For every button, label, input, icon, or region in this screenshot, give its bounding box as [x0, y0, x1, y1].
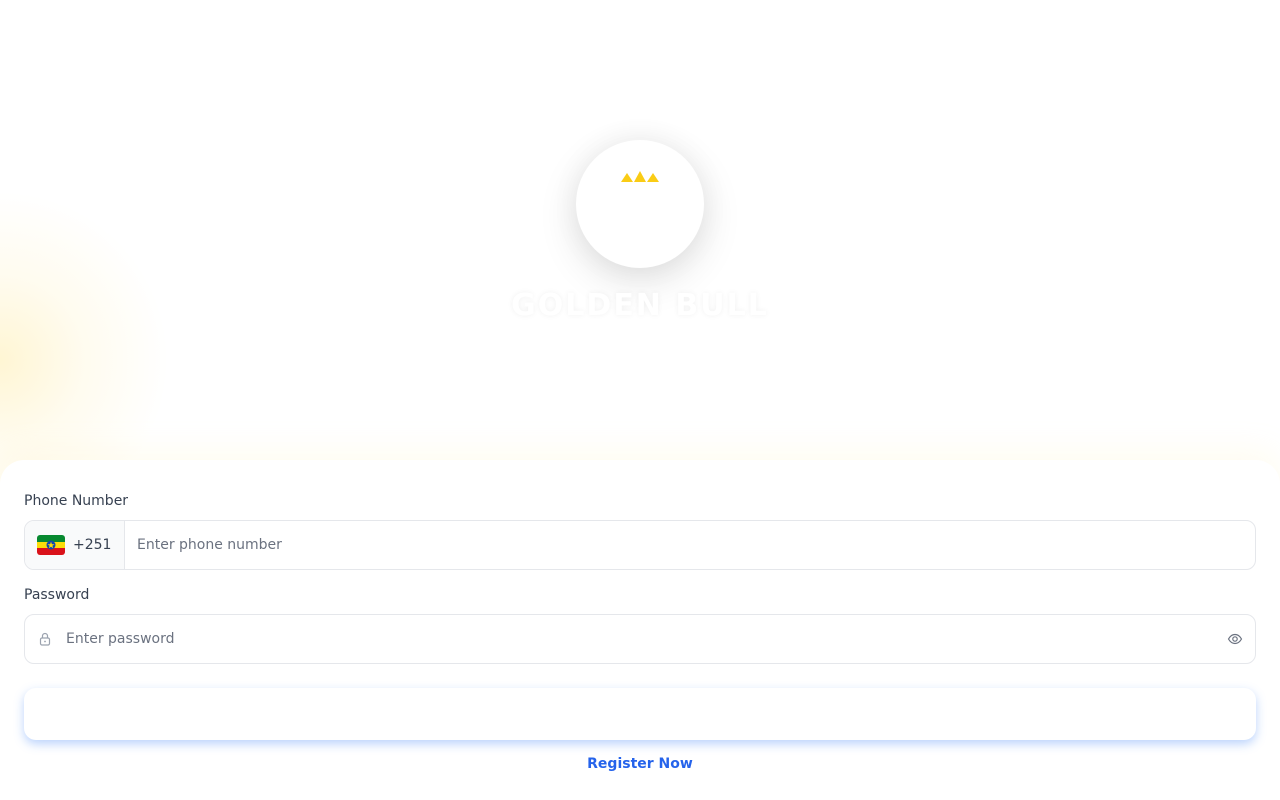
country-code-selector[interactable]: +251	[25, 521, 125, 569]
password-input[interactable]	[52, 615, 1227, 663]
login-button[interactable]: Login	[24, 688, 1256, 740]
logo-badge	[576, 140, 704, 268]
eye-icon[interactable]	[1227, 631, 1243, 647]
dial-code: +251	[73, 537, 112, 553]
crown-icon	[621, 171, 659, 182]
phone-label: Phone Number	[24, 493, 129, 509]
lock-icon	[39, 632, 51, 646]
password-label: Password	[24, 587, 90, 603]
phone-field: +251	[24, 520, 1256, 570]
register-now-link[interactable]: Register Now	[0, 756, 1280, 772]
ethiopia-flag-icon	[37, 535, 65, 555]
brand-title: GOLDEN BULL	[511, 288, 769, 323]
login-page: GOLDEN BULL Phone Number +251 Password	[0, 0, 1280, 800]
phone-input[interactable]	[125, 521, 1255, 569]
password-field	[24, 614, 1256, 664]
